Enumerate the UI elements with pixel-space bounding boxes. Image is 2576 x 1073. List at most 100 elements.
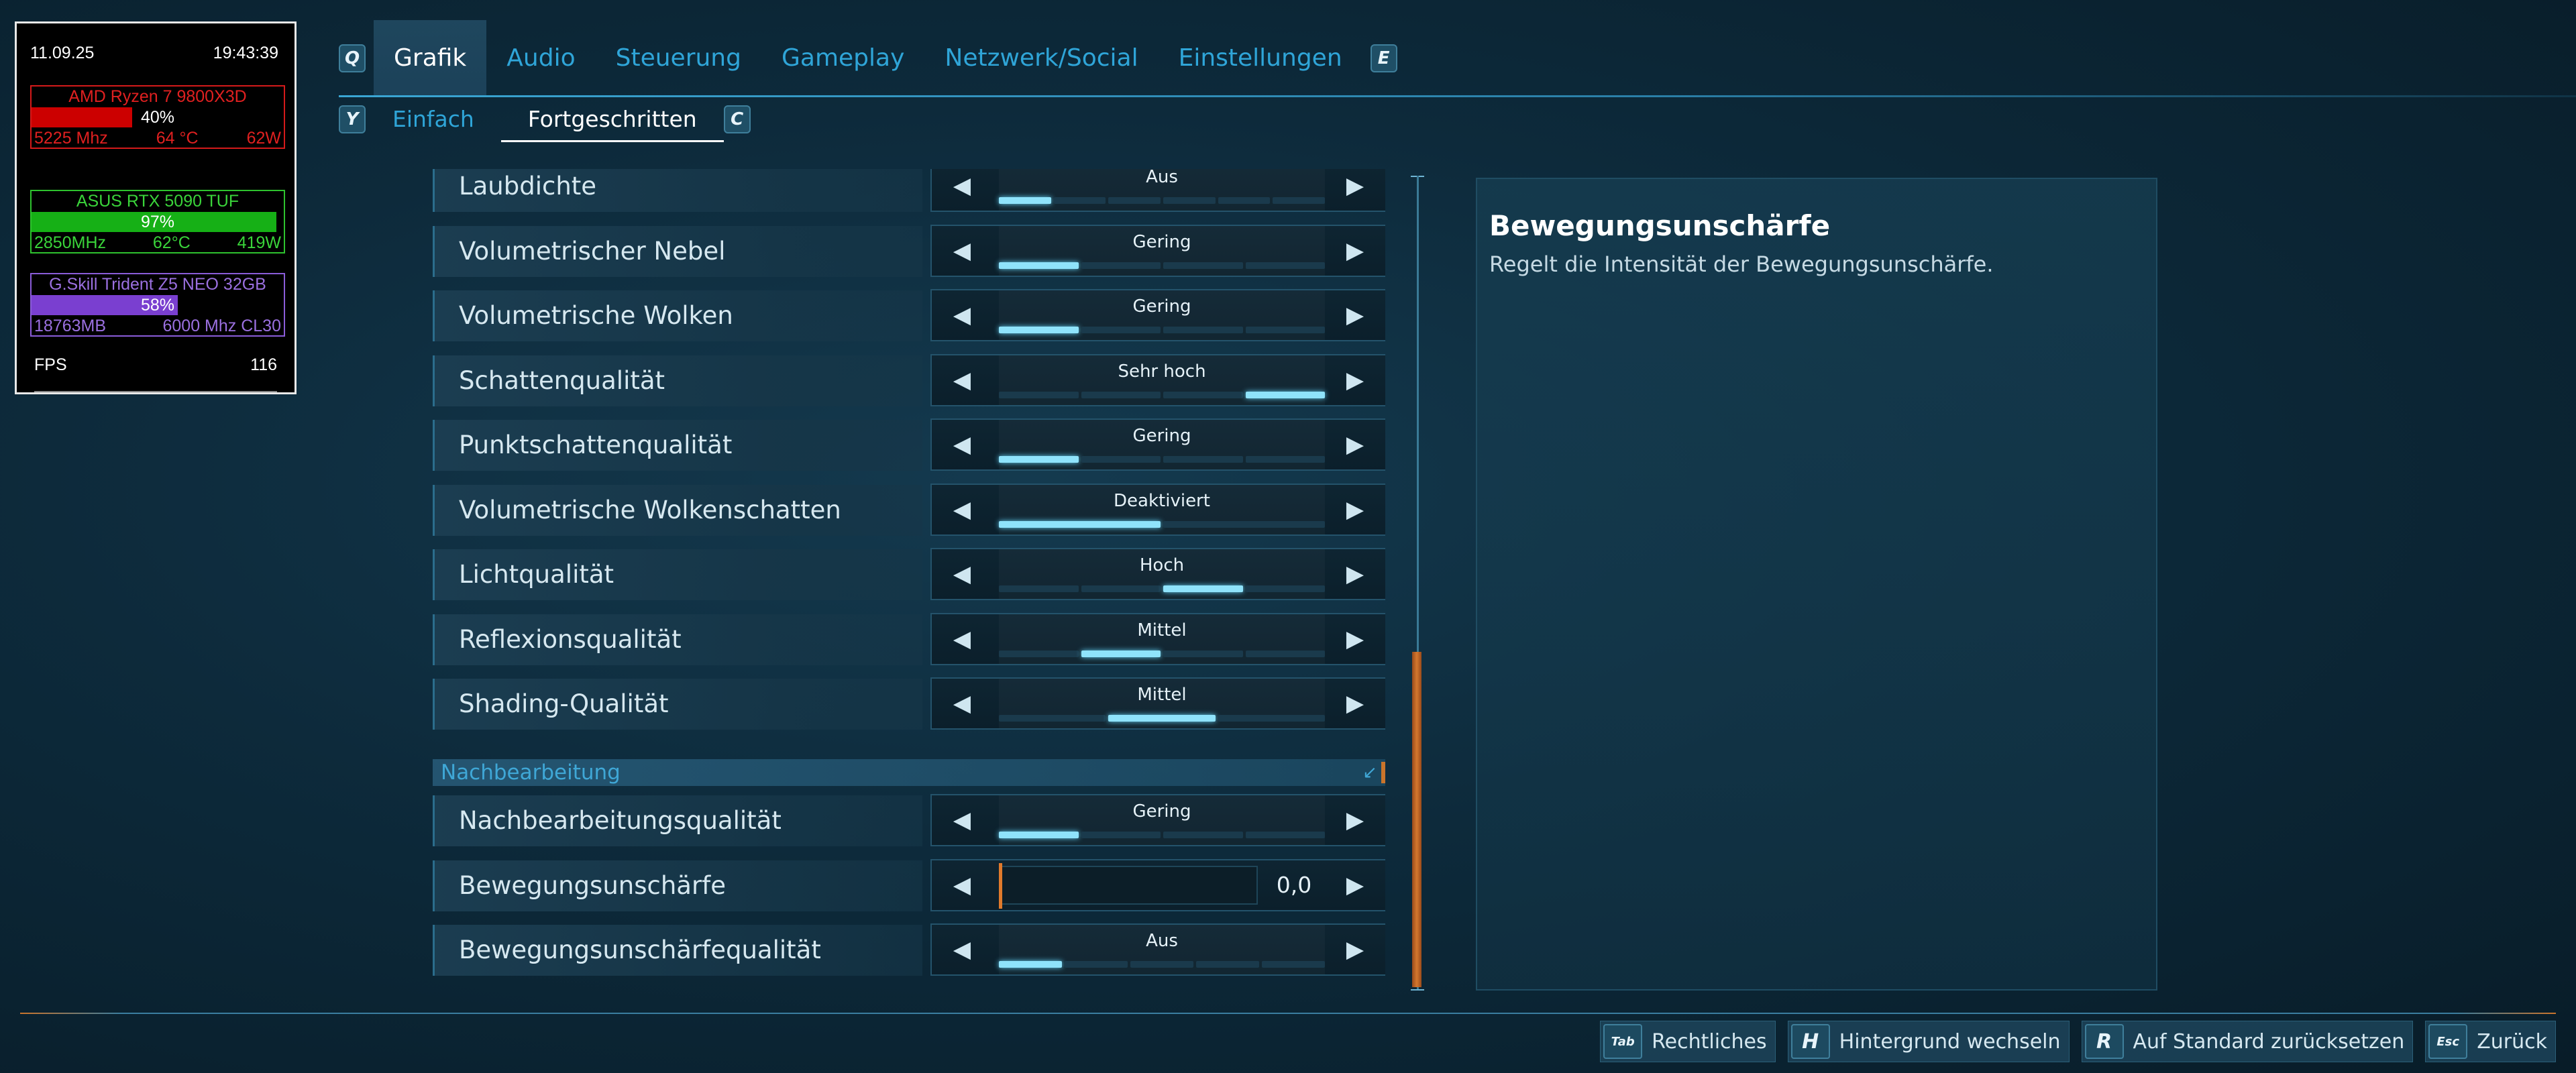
prev-subtab-key-hint[interactable]: Y <box>339 105 366 133</box>
tab-audio[interactable]: Audio <box>486 20 595 97</box>
scrollbar-thumb[interactable] <box>1412 652 1421 987</box>
hw-header: 11.09.25 19:43:39 <box>30 44 278 63</box>
chevron-left-icon[interactable]: ◀ <box>932 679 992 728</box>
ram-usage-bar: 58% <box>32 295 284 315</box>
setting-selector[interactable]: ◀ Mittel ▶ <box>930 677 1385 730</box>
settings-scrollbar[interactable] <box>1409 176 1428 991</box>
chevron-right-icon[interactable]: ▶ <box>1325 355 1385 405</box>
ram-spec: 6000 Mhz CL30 <box>162 317 281 335</box>
slider-track[interactable] <box>999 865 1258 905</box>
setting-row[interactable]: Lichtqualität ◀ Hoch ▶ <box>433 545 1385 600</box>
setting-label-box: Schattenqualität <box>433 355 922 406</box>
chevron-right-icon[interactable]: ▶ <box>1325 549 1385 599</box>
chevron-left-icon[interactable]: ◀ <box>932 925 992 974</box>
setting-row[interactable]: Reflexionsqualität ◀ Mittel ▶ <box>433 610 1385 665</box>
hint-zur-ck[interactable]: Esc Zurück <box>2425 1021 2556 1062</box>
chevron-right-icon[interactable]: ▶ <box>1325 614 1385 664</box>
setting-row[interactable]: Schattenqualität ◀ Sehr hoch ▶ <box>433 351 1385 406</box>
chevron-right-icon[interactable]: ▶ <box>1325 860 1385 910</box>
prev-tab-key-hint[interactable]: Q <box>339 44 366 72</box>
setting-row[interactable]: Bewegungsunschärfequalität ◀ Aus ▶ <box>433 921 1385 976</box>
chevron-left-icon[interactable]: ◀ <box>932 549 992 599</box>
hint-auf-standard-zur-cksetzen[interactable]: R Auf Standard zurücksetzen <box>2081 1021 2414 1062</box>
option-indicator <box>999 650 1325 657</box>
setting-selector[interactable]: ◀ Deaktiviert ▶ <box>930 483 1385 536</box>
setting-row[interactable]: Nachbearbeitungsqualität ◀ Gering ▶ <box>433 791 1385 846</box>
hint-rechtliches[interactable]: Tab Rechtliches <box>1600 1021 1776 1062</box>
gpu-panel: ASUS RTX 5090 TUF 97% 2850MHz 62°C 419W <box>30 190 285 253</box>
option-indicator <box>999 262 1325 269</box>
option-segment <box>1130 961 1193 968</box>
subtab-fortgeschritten[interactable]: Fortgeschritten <box>500 99 724 142</box>
setting-selector[interactable]: ◀ Gering ▶ <box>930 794 1385 846</box>
option-segment <box>999 327 1079 333</box>
tab-gameplay[interactable]: Gameplay <box>761 20 924 97</box>
chevron-left-icon[interactable]: ◀ <box>932 290 992 340</box>
setting-label: Laubdichte <box>459 172 597 201</box>
option-segment <box>1065 961 1128 968</box>
option-segment <box>1081 456 1161 463</box>
option-segment <box>1163 832 1243 838</box>
option-segment <box>999 650 1079 657</box>
setting-selector[interactable]: ◀ Mittel ▶ <box>930 612 1385 665</box>
chevron-left-icon[interactable]: ◀ <box>932 795 992 845</box>
setting-selector[interactable]: ◀ Hoch ▶ <box>930 548 1385 600</box>
option-segment <box>1196 961 1259 968</box>
chevron-right-icon[interactable]: ▶ <box>1325 679 1385 728</box>
tab-grafik[interactable]: Grafik <box>374 20 487 97</box>
main-tab-bar: Q Grafik Audio Steuerung Gameplay Netzwerk/S… <box>339 20 1397 97</box>
chevron-left-icon[interactable]: ◀ <box>932 169 992 211</box>
setting-label-box: Lichtqualität <box>433 549 922 600</box>
slider-thumb[interactable] <box>999 862 1002 909</box>
chevron-right-icon[interactable]: ▶ <box>1325 226 1385 276</box>
subtab-einfach[interactable]: Einfach <box>366 99 501 139</box>
setting-selector[interactable]: ◀ Gering ▶ <box>930 418 1385 471</box>
tab-einstellungen[interactable]: Einstellungen <box>1159 20 1362 97</box>
chevron-left-icon[interactable]: ◀ <box>932 614 992 664</box>
setting-selector[interactable]: ◀ Aus ▶ <box>930 923 1385 976</box>
setting-selector[interactable]: ◀ Gering ▶ <box>930 224 1385 277</box>
setting-value: Aus <box>1146 169 1178 187</box>
chevron-right-icon[interactable]: ▶ <box>1325 925 1385 974</box>
chevron-right-icon[interactable]: ▶ <box>1325 420 1385 469</box>
setting-label: Volumetrische Wolkenschatten <box>459 495 841 524</box>
chevron-left-icon[interactable]: ◀ <box>932 860 992 910</box>
setting-label-box: Bewegungsunschärfequalität <box>433 925 922 976</box>
chevron-left-icon[interactable]: ◀ <box>932 355 992 405</box>
section-header-nachbearbeitung: Nachbearbeitung ↙ <box>433 759 1385 786</box>
option-segment <box>1081 832 1161 838</box>
setting-value: Hoch <box>1139 555 1185 575</box>
tab-netzwerk-social[interactable]: Netzwerk/Social <box>924 20 1158 97</box>
next-subtab-key-hint[interactable]: C <box>723 105 751 133</box>
chevron-right-icon[interactable]: ▶ <box>1325 485 1385 534</box>
setting-slider[interactable]: ◀ 0,0 ▶ <box>930 858 1385 911</box>
chevron-right-icon[interactable]: ▶ <box>1325 290 1385 340</box>
setting-selector[interactable]: ◀ Gering ▶ <box>930 289 1385 341</box>
setting-row[interactable]: Shading-Qualität ◀ Mittel ▶ <box>433 675 1385 730</box>
setting-row[interactable]: Volumetrischer Nebel ◀ Gering ▶ <box>433 222 1385 277</box>
setting-selector[interactable]: ◀ Sehr hoch ▶ <box>930 353 1385 406</box>
next-tab-key-hint[interactable]: E <box>1370 44 1397 72</box>
setting-label: Bewegungsunschärfequalität <box>459 936 821 964</box>
slider-value: 0,0 <box>1276 871 1312 898</box>
setting-selector[interactable]: ◀ Aus ▶ <box>930 169 1385 212</box>
option-segment <box>999 585 1079 592</box>
option-segment <box>1081 391 1161 398</box>
chevron-right-icon[interactable]: ▶ <box>1325 169 1385 211</box>
tab-steuerung[interactable]: Steuerung <box>596 20 761 97</box>
setting-label-box: Volumetrischer Nebel <box>433 225 922 277</box>
bottom-divider <box>20 1013 2556 1014</box>
setting-row[interactable]: Bewegungsunschärfe ◀ 0,0 ▶ <box>433 856 1385 911</box>
setting-value: Gering <box>1132 296 1191 317</box>
option-segment <box>999 715 1106 722</box>
setting-row[interactable]: Laubdichte ◀ Aus ▶ <box>433 169 1385 212</box>
chevron-right-icon[interactable]: ▶ <box>1325 795 1385 845</box>
setting-row[interactable]: Punktschattenqualität ◀ Gering ▶ <box>433 416 1385 471</box>
chevron-left-icon[interactable]: ◀ <box>932 226 992 276</box>
chevron-left-icon[interactable]: ◀ <box>932 420 992 469</box>
option-segment <box>1218 715 1325 722</box>
chevron-left-icon[interactable]: ◀ <box>932 485 992 534</box>
setting-row[interactable]: Volumetrische Wolken ◀ Gering ▶ <box>433 286 1385 341</box>
hint-hintergrund-wechseln[interactable]: H Hintergrund wechseln <box>1787 1021 2070 1062</box>
setting-row[interactable]: Volumetrische Wolkenschatten ◀ Deaktiviert… <box>433 481 1385 536</box>
